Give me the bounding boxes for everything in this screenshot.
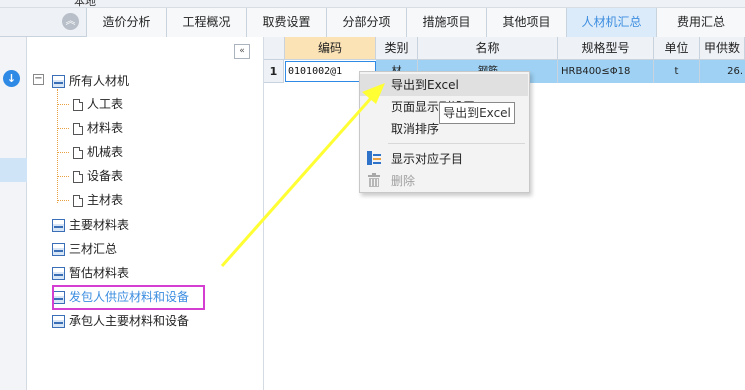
col-header-name[interactable]: 名称 <box>418 37 558 60</box>
menu-separator <box>388 143 525 144</box>
collapse-up-icon[interactable]: ︽ <box>62 13 79 30</box>
tree-item-machinery[interactable]: 机械表 <box>73 142 123 162</box>
document-icon <box>73 146 83 159</box>
top-toolbar-remnant <box>0 0 745 8</box>
tree-item-key-materials[interactable]: 主要材料表 <box>52 215 129 235</box>
menu-export-excel[interactable]: 导出到Excel <box>360 74 528 96</box>
tree-item-main-materials[interactable]: 主材表 <box>73 190 123 210</box>
tab-measure-items[interactable]: 措施项目 <box>406 8 486 37</box>
tab-project-overview[interactable]: 工程概况 <box>166 8 246 37</box>
tree-item-three-materials[interactable]: 三材汇总 <box>52 239 117 259</box>
document-icon <box>73 194 83 207</box>
table-icon <box>52 315 65 328</box>
tab-sub-items[interactable]: 分部分项 <box>326 8 406 37</box>
cell-unit[interactable]: t <box>654 60 700 83</box>
tab-fee-settings[interactable]: 取费设置 <box>246 8 326 37</box>
left-nav-selected[interactable] <box>0 158 27 182</box>
menu-delete[interactable]: 删除 <box>360 170 528 192</box>
trash-icon <box>368 173 380 187</box>
row-number[interactable]: 1 <box>264 60 284 83</box>
table-icon <box>52 219 65 232</box>
table-icon <box>52 267 65 280</box>
download-icon[interactable]: ↓ <box>3 70 20 87</box>
tree-item-labor[interactable]: 人工表 <box>73 94 123 114</box>
tree-item-all[interactable]: 所有人材机 <box>52 71 129 91</box>
tooltip: 导出到Excel <box>439 102 515 124</box>
menu-show-sub-items[interactable]: 显示对应子目 <box>360 148 528 170</box>
document-icon <box>73 122 83 135</box>
tree-connector <box>57 89 58 203</box>
tab-labor-material-summary[interactable]: 人材机汇总 <box>566 8 656 37</box>
show-sub-items-icon <box>367 151 381 165</box>
table-icon <box>52 243 65 256</box>
tab-fee-summary[interactable]: 费用汇总 <box>656 8 745 37</box>
document-icon <box>73 170 83 183</box>
col-header-code[interactable]: 编码 <box>285 37 376 60</box>
tab-cost-analysis[interactable]: 造价分析 <box>86 8 166 37</box>
tree-expander[interactable]: − <box>33 74 44 85</box>
collapse-panel-icon[interactable]: « <box>234 44 250 59</box>
left-nav-strip <box>0 37 27 390</box>
annotation-highlight-box <box>52 285 205 310</box>
tree-item-provisional-materials[interactable]: 暂估材料表 <box>52 263 129 283</box>
cell-spec[interactable]: HRB400≤Φ18 <box>558 60 654 83</box>
cell-owner-qty[interactable]: 26. <box>700 60 745 83</box>
col-header-unit[interactable]: 单位 <box>654 37 700 60</box>
tab-other-items[interactable]: 其他项目 <box>486 8 566 37</box>
col-header-owner-qty[interactable]: 甲供数 <box>700 37 745 60</box>
tree-item-equipment[interactable]: 设备表 <box>73 166 123 186</box>
table-icon <box>52 75 65 88</box>
grid-corner <box>264 37 285 60</box>
col-header-spec[interactable]: 规格型号 <box>558 37 654 60</box>
tree-item-materials[interactable]: 材料表 <box>73 118 123 138</box>
tree-item-contractor-materials[interactable]: 承包人主要材料和设备 <box>52 311 189 331</box>
col-header-category[interactable]: 类别 <box>376 37 418 60</box>
document-icon <box>73 98 83 111</box>
